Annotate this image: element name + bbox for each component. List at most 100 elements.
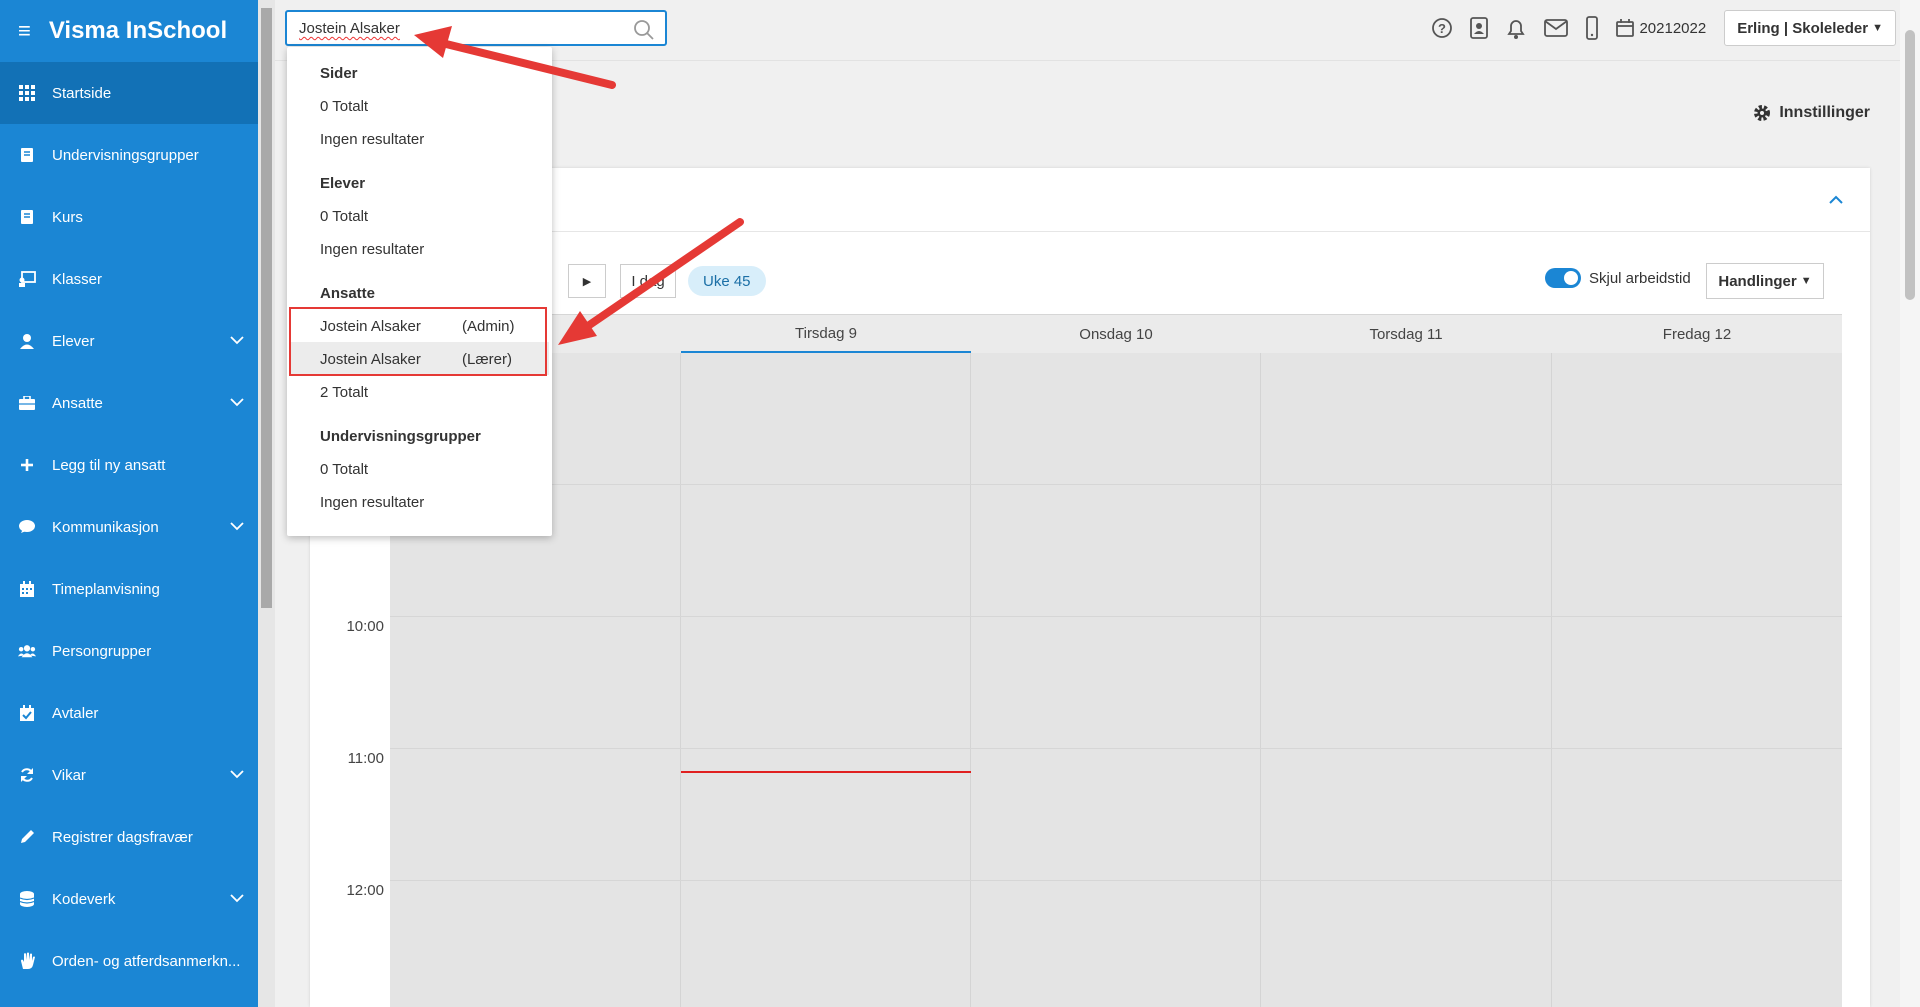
hour-line: [390, 484, 1842, 485]
sidebar: ≡ Visma InSchool Startside Undervisningsg…: [0, 0, 258, 1007]
sidebar-item-label: Legg til ny ansatt: [52, 456, 166, 474]
mail-icon[interactable]: [1543, 18, 1569, 38]
refresh-icon: [18, 767, 36, 783]
hour-line: [390, 880, 1842, 881]
sidebar-item-ansatte[interactable]: Ansatte: [0, 372, 258, 434]
sidebar-item-kurs[interactable]: Kurs: [0, 186, 258, 248]
day-divider: [680, 353, 681, 1007]
week-badge: Uke 45: [688, 266, 766, 296]
sidebar-item-startside[interactable]: Startside: [0, 62, 258, 124]
page-scrollbar[interactable]: [1900, 0, 1920, 1007]
sidebar-item-avtaler[interactable]: Avtaler: [0, 682, 258, 744]
help-icon[interactable]: ?: [1431, 17, 1453, 39]
search-input[interactable]: Jostein Alsaker: [285, 10, 667, 46]
sidebar-item-vikar[interactable]: Vikar: [0, 744, 258, 806]
caret-down-icon: ▼: [1800, 275, 1812, 287]
no-results-text: Ingen resultater: [320, 131, 425, 148]
next-week-button[interactable]: ▶: [568, 264, 606, 298]
database-icon: [18, 891, 36, 907]
sidebar-item-label: Startside: [52, 84, 112, 102]
sidebar-item-kodeverk[interactable]: Kodeverk: [0, 868, 258, 930]
sidebar-item-label: Kommunikasjon: [52, 518, 159, 536]
topbar-icons: ? 20212022 Erling | Skoleleder ▼: [1423, 0, 1900, 56]
day-header-friday[interactable]: Fredag 12: [1552, 315, 1842, 353]
sidebar-item-undervisningsgrupper[interactable]: Undervisningsgrupper: [0, 124, 258, 186]
settings-button[interactable]: Innstillinger: [1753, 104, 1870, 122]
sidebar-item-legg-til-ny-ansatt[interactable]: Legg til ny ansatt: [0, 434, 258, 496]
today-label: I dag: [631, 272, 665, 290]
section-total: 0 Totalt: [320, 461, 369, 478]
sidebar-item-klasser[interactable]: Klasser: [0, 248, 258, 310]
sidebar-nav: Startside Undervisningsgrupper Kurs Klasser…: [0, 62, 258, 992]
user-menu-button[interactable]: Erling | Skoleleder ▼: [1724, 10, 1896, 46]
today-button[interactable]: I dag: [620, 264, 676, 298]
sidebar-item-persongrupper[interactable]: Persongrupper: [0, 620, 258, 682]
calendar-check-icon: [18, 705, 36, 721]
chevron-down-icon[interactable]: [230, 332, 244, 349]
search-icon[interactable]: [633, 19, 655, 46]
toggle-switch[interactable]: [1545, 268, 1581, 288]
book-icon: [18, 209, 36, 225]
plus-icon: [18, 458, 36, 472]
book-icon: [18, 147, 36, 163]
hour-line: [390, 748, 1842, 749]
day-divider: [970, 353, 971, 1007]
chevron-down-icon[interactable]: [230, 394, 244, 411]
sidebar-item-label: Elever: [52, 332, 95, 350]
day-header-tuesday[interactable]: Tirsdag 9: [681, 315, 971, 354]
app-header: ≡ Visma InSchool: [0, 0, 258, 62]
hand-icon: [18, 952, 36, 970]
day-divider: [1260, 353, 1261, 1007]
sidebar-item-kommunikasjon[interactable]: Kommunikasjon: [0, 496, 258, 558]
sidebar-item-label: Klasser: [52, 270, 103, 288]
sidebar-item-orden-og-atferdsanmerkn[interactable]: Orden- og atferdsanmerkn...: [0, 930, 258, 992]
section-title-teaching-groups: Undervisningsgrupper: [320, 428, 481, 445]
sidebar-item-label: Timeplanvisning: [52, 580, 160, 598]
svg-text:?: ?: [1438, 21, 1446, 36]
section-title-pages: Sider: [320, 65, 358, 82]
menu-icon[interactable]: ≡: [18, 18, 31, 44]
notifications-bell-icon[interactable]: [1505, 16, 1527, 40]
calendar-icon: [18, 581, 36, 597]
sidebar-item-label: Persongrupper: [52, 642, 152, 660]
contacts-icon[interactable]: [1469, 16, 1489, 40]
sidebar-item-label: Undervisningsgrupper: [52, 146, 199, 164]
sidebar-item-registrer-dagsfravær[interactable]: Registrer dagsfravær: [0, 806, 258, 868]
week-label: Uke 45: [703, 272, 751, 290]
gear-icon: [1754, 105, 1771, 121]
actions-dropdown-button[interactable]: Handlinger ▼: [1706, 263, 1824, 299]
day-header-wednesday[interactable]: Onsdag 10: [971, 315, 1261, 353]
chevron-up-icon[interactable]: [1828, 192, 1844, 210]
student-icon: [18, 333, 36, 349]
time-label: 10:00: [346, 618, 384, 635]
day-header-thursday[interactable]: Torsdag 11: [1261, 315, 1551, 353]
time-label: 12:00: [346, 882, 384, 899]
sidebar-item-timeplanvisning[interactable]: Timeplanvisning: [0, 558, 258, 620]
sidebar-item-label: Vikar: [52, 766, 86, 784]
calendar-header: Tirsdag 9 Onsdag 10 Torsdag 11 Fredag 12: [336, 314, 1842, 354]
chevron-down-icon[interactable]: [230, 518, 244, 535]
annotation-highlight-box: [289, 307, 547, 376]
sidebar-item-label: Avtaler: [52, 704, 99, 722]
app-title: Visma InSchool: [48, 17, 228, 44]
pencil-icon: [18, 829, 36, 845]
chevron-down-icon[interactable]: [230, 890, 244, 907]
user-menu-label: Erling | Skoleleder: [1737, 19, 1869, 37]
chevron-down-icon[interactable]: [230, 766, 244, 783]
sidebar-scrollbar-thumb[interactable]: [261, 8, 272, 608]
section-title-students: Elever: [320, 175, 366, 192]
mobile-icon[interactable]: [1585, 16, 1599, 40]
page-scrollbar-thumb[interactable]: [1905, 30, 1915, 300]
section-total: 0 Totalt: [320, 208, 369, 225]
sidebar-item-elever[interactable]: Elever: [0, 310, 258, 372]
school-year-selector[interactable]: 20212022: [1615, 18, 1706, 38]
sidebar-scrollbar[interactable]: [258, 0, 275, 1007]
calendar-body[interactable]: [390, 353, 1842, 1007]
school-year[interactable]: 20212022: [1639, 20, 1706, 37]
search-input-value[interactable]: Jostein Alsaker: [299, 20, 400, 37]
actions-label: Handlinger: [1718, 272, 1797, 290]
no-results-text: Ingen resultater: [320, 494, 425, 511]
hide-worktime-toggle[interactable]: Skjul arbeidstid: [1545, 268, 1691, 288]
grid-icon: [18, 85, 36, 101]
section-total: 2 Totalt: [320, 384, 369, 401]
